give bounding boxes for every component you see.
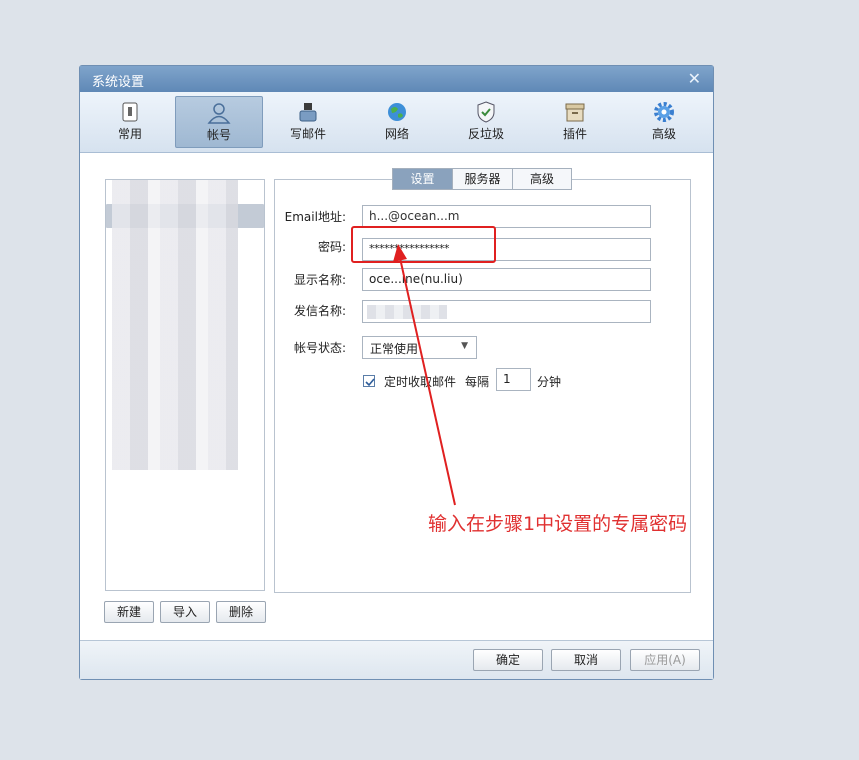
annotation-arrow (393, 244, 456, 506)
annotation-text: 输入在步骤1中设置的专属密码 (428, 513, 688, 535)
